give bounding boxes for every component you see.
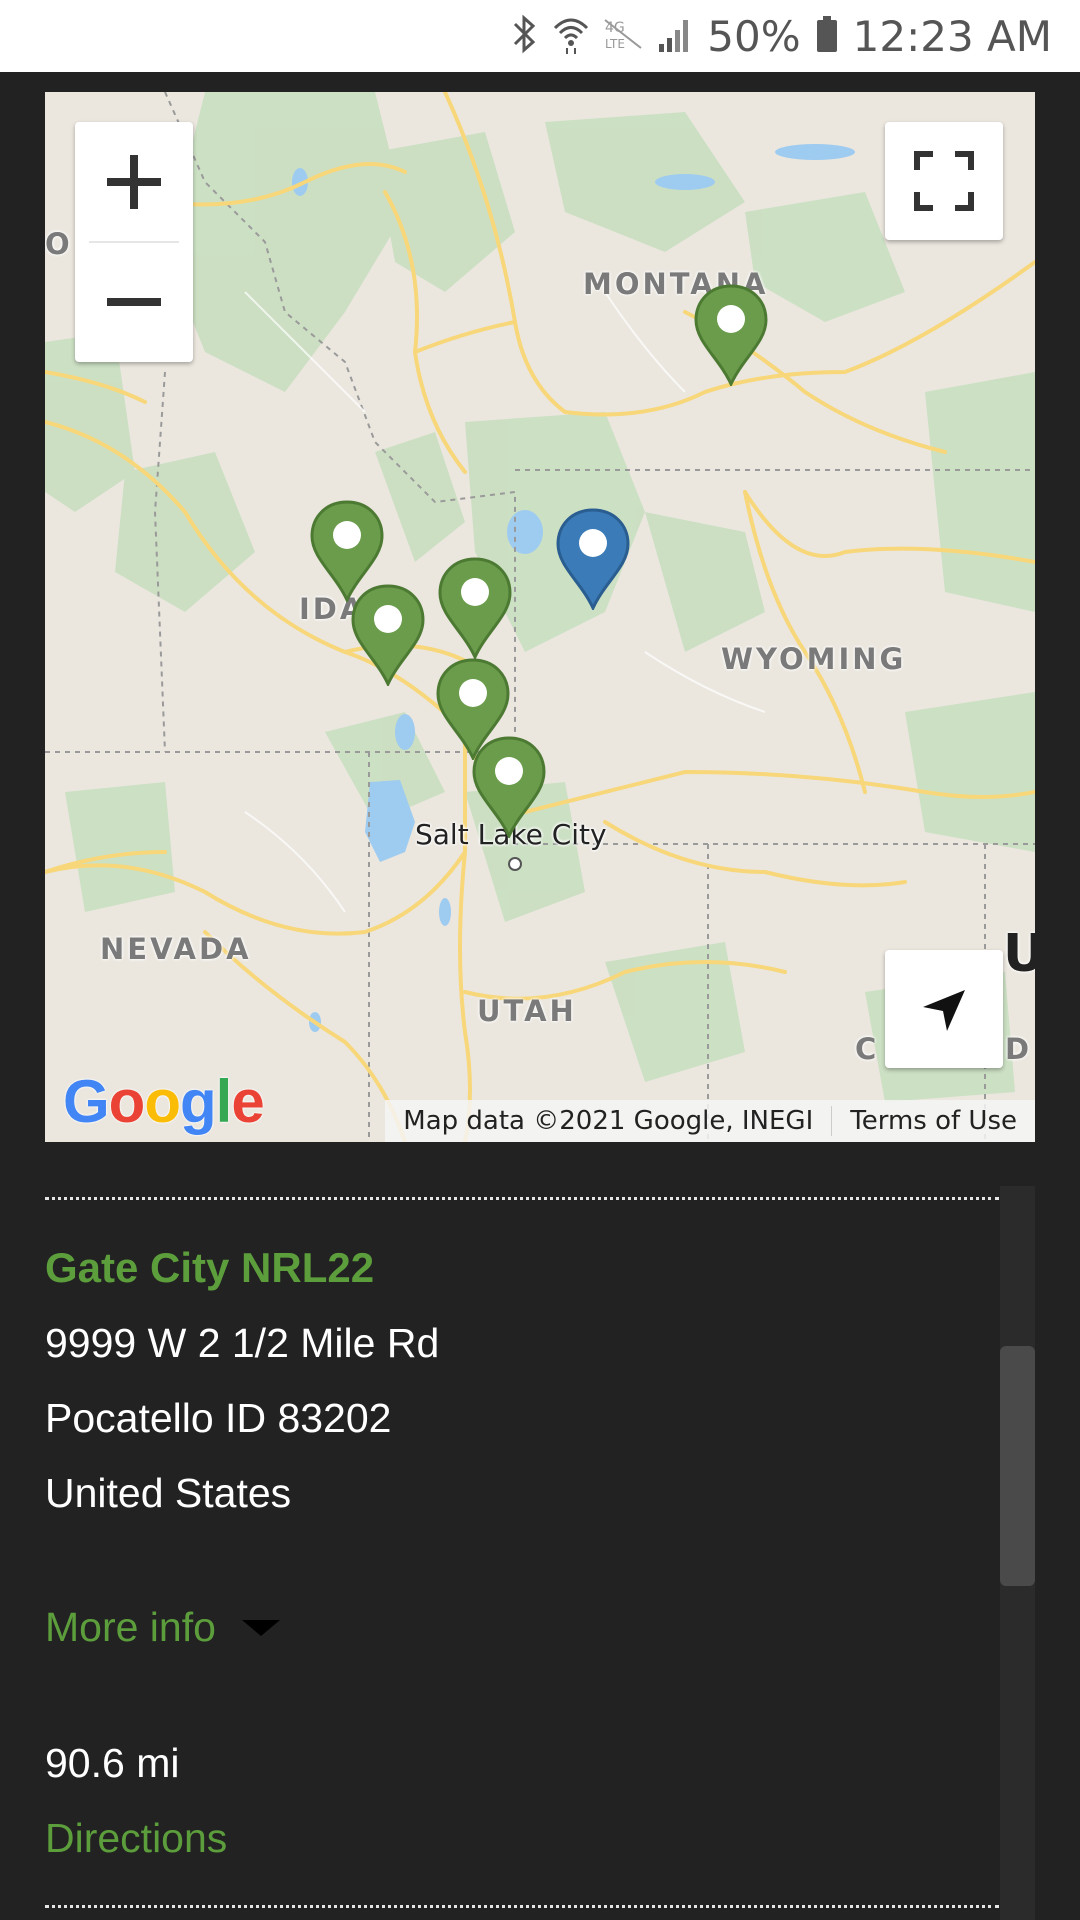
fullscreen-icon: [914, 151, 974, 211]
zoom-in-button[interactable]: [75, 122, 193, 242]
state-label-wyoming: WYOMING: [721, 642, 907, 676]
map-view[interactable]: MONTANA O IDA WYOMING NEVADA UTAH C D U …: [45, 92, 1035, 1142]
divider-bottom: [45, 1905, 999, 1908]
google-logo: Google: [63, 1068, 265, 1135]
state-label-colorado-left: C: [855, 1032, 880, 1066]
map-pin-idaho-3[interactable]: [437, 557, 513, 661]
plus-icon: [107, 155, 161, 209]
state-label-nevada: NEVADA: [100, 932, 252, 966]
more-info-label: More info: [45, 1604, 216, 1650]
lte-icon: 4G LTE: [603, 14, 643, 59]
more-info-toggle[interactable]: More info: [45, 1604, 280, 1651]
address-country: United States: [45, 1470, 292, 1516]
terms-of-use-link[interactable]: Terms of Use: [832, 1106, 1035, 1136]
map-pin-montana[interactable]: [693, 284, 769, 388]
directions-link[interactable]: Directions: [45, 1815, 227, 1862]
my-location-button[interactable]: [885, 950, 1003, 1068]
map-pin-current-blue[interactable]: [555, 508, 631, 612]
scrollbar-thumb[interactable]: [1000, 1346, 1035, 1586]
divider-top: [45, 1197, 999, 1200]
distance-value: 90.6 mi: [45, 1740, 180, 1786]
status-bar: 4G LTE 50% 12:23 AM: [0, 0, 1080, 72]
bluetooth-icon: [511, 14, 539, 59]
battery-icon: [815, 14, 839, 59]
caret-down-icon: [241, 1619, 280, 1636]
map-edge-label-u: U: [1003, 924, 1035, 984]
clock: 12:23 AM: [852, 11, 1052, 61]
svg-text:LTE: LTE: [605, 37, 625, 51]
zoom-controls: [75, 122, 193, 362]
state-label-colorado-right: D: [1005, 1032, 1033, 1066]
battery-percent: 50%: [707, 11, 801, 61]
wifi-icon: [553, 14, 589, 59]
navigation-arrow-icon: [923, 990, 965, 1031]
signal-icon: [657, 14, 693, 59]
map-attribution: Map data ©2021 Google, INEGI Terms of Us…: [385, 1100, 1035, 1142]
address-line-1: 9999 W 2 1/2 Mile Rd: [45, 1320, 440, 1366]
map-pin-salt-lake[interactable]: [471, 736, 547, 840]
state-label-edge-left: O: [45, 227, 73, 261]
map-data-credit: Map data ©2021 Google, INEGI: [385, 1106, 833, 1136]
minus-icon: [107, 298, 161, 306]
zoom-out-button[interactable]: [75, 242, 193, 362]
location-name-link[interactable]: Gate City NRL22: [45, 1244, 374, 1292]
state-label-utah: UTAH: [477, 994, 577, 1028]
address-line-2: Pocatello ID 83202: [45, 1395, 392, 1441]
map-pin-idaho-2[interactable]: [350, 584, 426, 688]
fullscreen-button[interactable]: [885, 122, 1003, 240]
